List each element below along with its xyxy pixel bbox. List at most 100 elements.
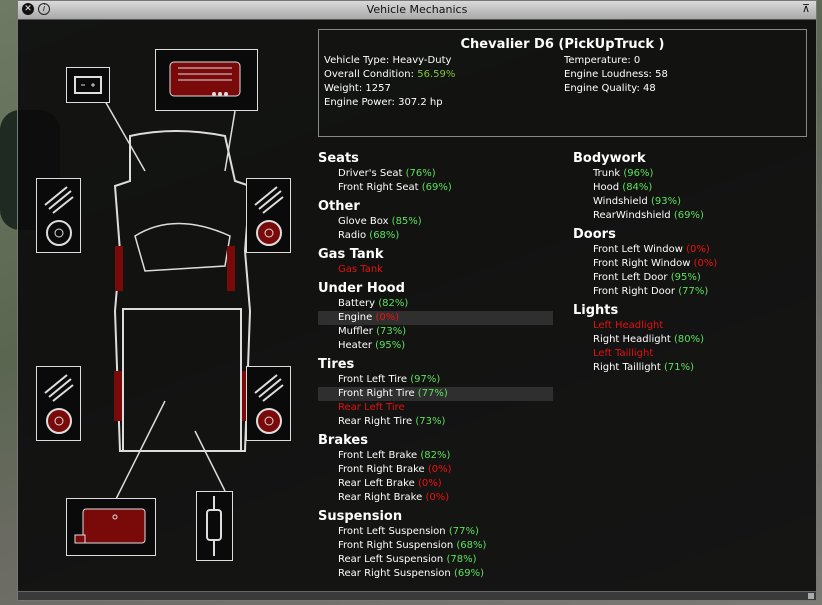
part-row[interactable]: Driver's Seat (76%) [318,167,553,181]
parts-list-left: Seats Driver's Seat (76%) Front Right Seat… [318,147,553,581]
part-condition: (69%) [673,210,704,221]
part-row[interactable]: Front Left Tire (97%) [318,373,553,387]
part-row[interactable]: Heater (95%) [318,339,553,353]
battery-part[interactable] [66,67,110,103]
section-title: Other [318,199,360,214]
resize-handle-icon[interactable] [808,593,814,599]
part-label: Rear Right Brake [338,492,423,503]
parts-list-right: Bodywork Trunk (96%) Hood (84%) Windshield … [573,147,803,375]
part-row[interactable]: Glove Box (85%) [318,215,553,229]
window-bottom-bar [18,591,816,600]
part-row[interactable]: Hood (84%) [573,181,803,195]
part-label: Muffler [338,326,373,337]
vehicle-type-label: Vehicle Type: [324,55,390,66]
part-label: Radio [338,230,367,241]
gas-tank-part[interactable] [66,498,156,556]
part-row[interactable]: Front Left Window (0%) [573,243,803,257]
part-condition: (68%) [456,540,487,551]
part-row[interactable]: Left Headlight [573,319,803,333]
loudness-value: 58 [655,69,668,80]
part-row[interactable]: Front Right Seat (69%) [318,181,553,195]
part-row[interactable]: Battery (82%) [318,297,553,311]
part-condition: (82%) [378,298,409,309]
part-label: Front Left Brake [338,450,418,461]
part-label: Right Taillight [593,362,661,373]
part-row[interactable]: Left Taillight [573,347,803,361]
section-title: Under Hood [318,281,405,296]
part-row[interactable]: Engine (0%) [318,311,553,325]
part-condition: (84%) [622,182,653,193]
part-label: Hood [593,182,620,193]
part-row[interactable]: Right Headlight (80%) [573,333,803,347]
part-row[interactable]: Front Right Brake (0%) [318,463,553,477]
part-row[interactable]: Rear Left Brake (0%) [318,477,553,491]
part-row[interactable]: Trunk (96%) [573,167,803,181]
vehicle-type-value: Heavy-Duty [392,55,452,66]
part-row[interactable]: Front Left Door (95%) [573,271,803,285]
part-condition: (76%) [405,168,436,179]
part-row[interactable]: Rear Right Brake (0%) [318,491,553,505]
part-label: Right Headlight [593,334,671,345]
section-title: Seats [318,151,359,166]
part-row[interactable]: Front Left Suspension (77%) [318,525,553,539]
part-condition: (78%) [446,554,477,565]
part-condition: (0%) [686,244,710,255]
part-label: Front Left Suspension [338,526,446,537]
front-right-brake-part[interactable] [246,178,291,253]
front-left-wheel[interactable] [115,246,123,291]
part-condition: (0%) [375,312,400,323]
part-row[interactable]: Rear Right Tire (73%) [318,415,553,429]
rear-left-wheel[interactable] [114,371,122,421]
part-label: Front Right Seat [338,182,419,193]
part-row[interactable]: Right Taillight (71%) [573,361,803,375]
part-label: RearWindshield [593,210,671,221]
front-left-brake-part[interactable] [36,178,81,253]
part-row[interactable]: Muffler (73%) [318,325,553,339]
part-label: Front Right Brake [338,464,425,475]
part-row[interactable]: Rear Left Suspension (78%) [318,553,553,567]
rear-right-brake-part[interactable] [246,366,291,441]
section-title: Doors [573,227,616,242]
vehicle-info-panel: Chevalier D6 (PickUpTruck ) Vehicle Type… [318,29,807,137]
part-label: Front Right Window [593,258,691,269]
part-row[interactable]: Rear Right Suspension (69%) [318,567,553,581]
part-label: Front Right Tire [338,388,415,399]
part-row[interactable]: Front Right Tire (77%) [318,387,553,401]
part-row[interactable]: Front Right Door (77%) [573,285,803,299]
part-row[interactable]: Radio (68%) [318,229,553,243]
part-condition: (85%) [391,216,422,227]
part-row[interactable]: Front Right Suspension (68%) [318,539,553,553]
part-row[interactable]: Rear Left Tire [318,401,553,415]
part-condition: (77%) [678,286,709,297]
part-row[interactable]: RearWindshield (69%) [573,209,803,223]
part-label: Trunk [593,168,621,179]
part-row[interactable]: Front Right Window (0%) [573,257,803,271]
part-condition: (97%) [410,374,441,385]
temperature-label: Temperature: [564,55,631,66]
part-row[interactable]: Gas Tank [318,263,553,277]
window-title: Vehicle Mechanics [366,3,468,16]
pin-icon[interactable]: ⊼ [800,3,812,15]
part-label: Gas Tank [338,264,383,275]
temperature-value: 0 [633,55,641,66]
part-row[interactable]: Windshield (93%) [573,195,803,209]
title-bar[interactable]: ✕ i Vehicle Mechanics ⊼ [18,1,816,20]
part-condition: (73%) [376,326,407,337]
part-label: Rear Left Tire [338,402,405,413]
part-label: Driver's Seat [338,168,403,179]
engine-part[interactable] [155,49,258,111]
part-condition: (69%) [453,568,484,579]
muffler-part[interactable] [196,491,233,561]
engine-icon [169,61,241,97]
rear-left-brake-part[interactable] [36,366,81,441]
part-condition: (71%) [664,362,695,373]
part-row[interactable]: Front Left Brake (82%) [318,449,553,463]
part-label: Heater [338,340,372,351]
part-label: Front Right Door [593,286,676,297]
vehicle-name: Chevalier D6 (PickUpTruck ) [460,37,665,52]
condition-label: Overall Condition: [324,69,415,80]
section-title: Bodywork [573,151,646,166]
part-condition: (0%) [425,492,450,503]
front-right-wheel[interactable] [227,246,235,291]
muffler-icon [206,496,222,556]
